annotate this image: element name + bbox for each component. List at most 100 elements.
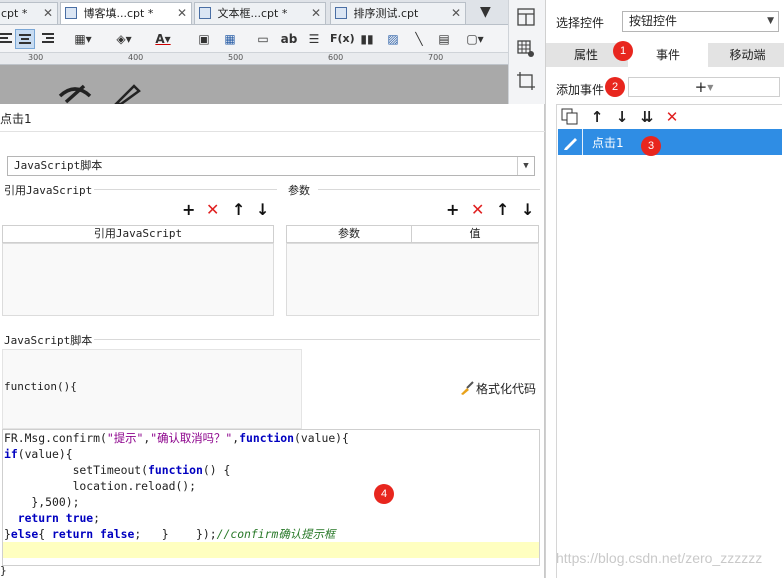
delete-icon[interactable]: ✕ bbox=[206, 202, 219, 218]
script-type-select[interactable]: JavaScript脚本 ▼ bbox=[7, 156, 535, 176]
frame-icon[interactable]: ▢▾ bbox=[460, 29, 490, 49]
code-token: location.reload(); bbox=[4, 479, 197, 493]
formula-icon[interactable]: F(x) bbox=[330, 29, 355, 49]
control-select[interactable]: 按钮控件 ▼ bbox=[622, 11, 779, 32]
code-line: location.reload(); bbox=[4, 478, 196, 494]
move-up-icon[interactable]: ↑ bbox=[232, 202, 245, 218]
tab-cpt[interactable]: cpt * ✕ bbox=[0, 2, 58, 24]
add-event-button[interactable]: +▼ bbox=[628, 77, 780, 97]
code-token: false bbox=[100, 527, 135, 541]
report-file-icon bbox=[65, 7, 77, 19]
tab-events[interactable]: 事件 bbox=[628, 43, 708, 67]
side-icon-strip bbox=[508, 0, 545, 104]
tab-blog[interactable]: 博客填...cpt * ✕ bbox=[60, 2, 192, 24]
add-icon[interactable]: + bbox=[446, 202, 459, 218]
paragraph-icon[interactable]: ☰ bbox=[306, 29, 322, 49]
add-event-label: 添加事件 bbox=[556, 83, 605, 97]
text-ab-icon[interactable]: ab bbox=[280, 29, 298, 49]
divider bbox=[0, 131, 545, 132]
tab-sort-test[interactable]: 排序测试.cpt ✕ bbox=[330, 2, 466, 24]
tab-textbox[interactable]: 文本框...cpt * ✕ bbox=[194, 2, 326, 24]
code-token: "提示" bbox=[106, 431, 144, 445]
tab-mobile[interactable]: 移动端 bbox=[710, 43, 784, 67]
param-name-column-header[interactable]: 参数 bbox=[286, 225, 412, 243]
delete-icon[interactable]: ✕ bbox=[663, 107, 681, 127]
bar-chart-icon[interactable]: ▮▮ bbox=[358, 29, 376, 49]
code-token: ; } }); bbox=[134, 527, 217, 541]
properties-panel: 选择控件 按钮控件 ▼ 属性 事件 移动端 1 添加事件 2 +▼ ↑ ↓ ⇊ … bbox=[545, 0, 784, 578]
code-line: setTimeout(function() { bbox=[4, 462, 231, 478]
move-down-icon[interactable]: ↓ bbox=[521, 202, 534, 218]
function-closing-brace: } bbox=[0, 564, 7, 577]
add-icon[interactable]: + bbox=[182, 202, 195, 218]
grid-icon[interactable]: ▦ bbox=[222, 29, 238, 49]
fill-color-icon[interactable]: ◈▾ bbox=[110, 29, 138, 49]
plus-icon: + bbox=[694, 78, 708, 96]
slash-icon[interactable]: ╲ bbox=[410, 29, 428, 49]
format-toolbar: ▦▾ ◈▾ A▾ ▣ ▦ ▭ ab ☰ F(x) ▮▮ ▨ ╲ ▤ ▢▾ bbox=[0, 25, 508, 53]
code-line: if(value){ bbox=[4, 446, 73, 462]
grid-settings-icon[interactable] bbox=[517, 40, 535, 58]
pencil-icon bbox=[114, 84, 141, 104]
param-value-column-header[interactable]: 值 bbox=[411, 225, 539, 243]
code-editor[interactable]: FR.Msg.confirm("提示","确认取消吗？",function(va… bbox=[2, 429, 540, 566]
close-icon[interactable]: ✕ bbox=[451, 3, 461, 24]
move-down-icon[interactable]: ↓ bbox=[256, 202, 269, 218]
step-badge-4: 4 bbox=[374, 484, 394, 504]
align-center-icon[interactable] bbox=[15, 29, 35, 49]
textfield-icon[interactable]: ▭ bbox=[254, 29, 272, 49]
tab-menu-icon[interactable]: ▼ bbox=[480, 4, 491, 20]
ruler-tick-label: 700 bbox=[428, 53, 444, 62]
code-token: true bbox=[65, 511, 94, 525]
tab-label: 文本框...cpt * bbox=[217, 7, 288, 20]
image-icon[interactable]: ▨ bbox=[384, 29, 402, 49]
section-divider bbox=[318, 189, 540, 190]
ref-js-table[interactable] bbox=[2, 243, 274, 316]
close-icon[interactable]: ✕ bbox=[177, 3, 187, 24]
event-row-selected[interactable]: 点击1 bbox=[558, 129, 782, 155]
code-token: (value){ bbox=[17, 447, 73, 461]
chevron-down-icon[interactable]: ▼ bbox=[767, 12, 774, 31]
code-token: (value){ bbox=[294, 431, 349, 445]
move-up-icon[interactable]: ↑ bbox=[588, 107, 606, 127]
move-bottom-icon[interactable]: ⇊ bbox=[638, 107, 656, 127]
close-icon[interactable]: ✕ bbox=[43, 3, 53, 24]
params-table[interactable] bbox=[286, 243, 539, 316]
report-file-icon bbox=[335, 7, 347, 19]
function-signature: function(){ bbox=[4, 380, 77, 393]
copy-icon[interactable] bbox=[561, 108, 579, 126]
code-token: if bbox=[4, 447, 18, 461]
ref-js-column-header[interactable]: 引用JavaScript bbox=[2, 225, 274, 243]
widget-icon[interactable]: ▤ bbox=[436, 29, 452, 49]
align-right-icon[interactable] bbox=[40, 29, 56, 49]
step-badge-2: 2 bbox=[605, 77, 625, 97]
event-editor-dialog: 点击1 JavaScript脚本 ▼ 引用JavaScript + ✕ ↑ ↓ … bbox=[0, 104, 545, 578]
format-code-button[interactable]: 格式化代码 bbox=[460, 380, 536, 397]
section-divider bbox=[94, 189, 277, 190]
ruler-tick-label: 300 bbox=[28, 53, 44, 62]
delete-icon[interactable]: ✕ bbox=[471, 202, 484, 218]
move-down-icon[interactable]: ↓ bbox=[613, 107, 631, 127]
code-token: } bbox=[4, 527, 11, 541]
chevron-down-icon[interactable]: ▼ bbox=[517, 157, 534, 175]
layout-icon[interactable] bbox=[517, 8, 535, 26]
crop-icon[interactable] bbox=[517, 72, 535, 90]
script-type-value: JavaScript脚本 bbox=[14, 159, 103, 172]
move-up-icon[interactable]: ↑ bbox=[496, 202, 509, 218]
ruler-tick-label: 400 bbox=[128, 53, 144, 62]
event-name-title[interactable]: 点击1 bbox=[0, 110, 32, 127]
event-item-label: 点击1 bbox=[592, 136, 624, 150]
close-icon[interactable]: ✕ bbox=[311, 3, 321, 24]
merge-cell-icon[interactable]: ▣ bbox=[196, 29, 212, 49]
code-token: else bbox=[10, 527, 39, 541]
edit-pencil-icon[interactable] bbox=[561, 132, 581, 152]
code-token: function bbox=[148, 463, 203, 477]
code-line: FR.Msg.confirm("提示","确认取消吗？",function(va… bbox=[4, 430, 349, 446]
font-color-icon[interactable]: A▾ bbox=[148, 29, 178, 49]
border-icon[interactable]: ▦▾ bbox=[68, 29, 98, 49]
code-token: },500); bbox=[4, 495, 80, 509]
code-token: ; bbox=[93, 511, 101, 525]
step-badge-3: 3 bbox=[641, 136, 661, 156]
chevron-down-icon: ▼ bbox=[707, 83, 714, 92]
align-left-icon[interactable] bbox=[0, 29, 12, 49]
